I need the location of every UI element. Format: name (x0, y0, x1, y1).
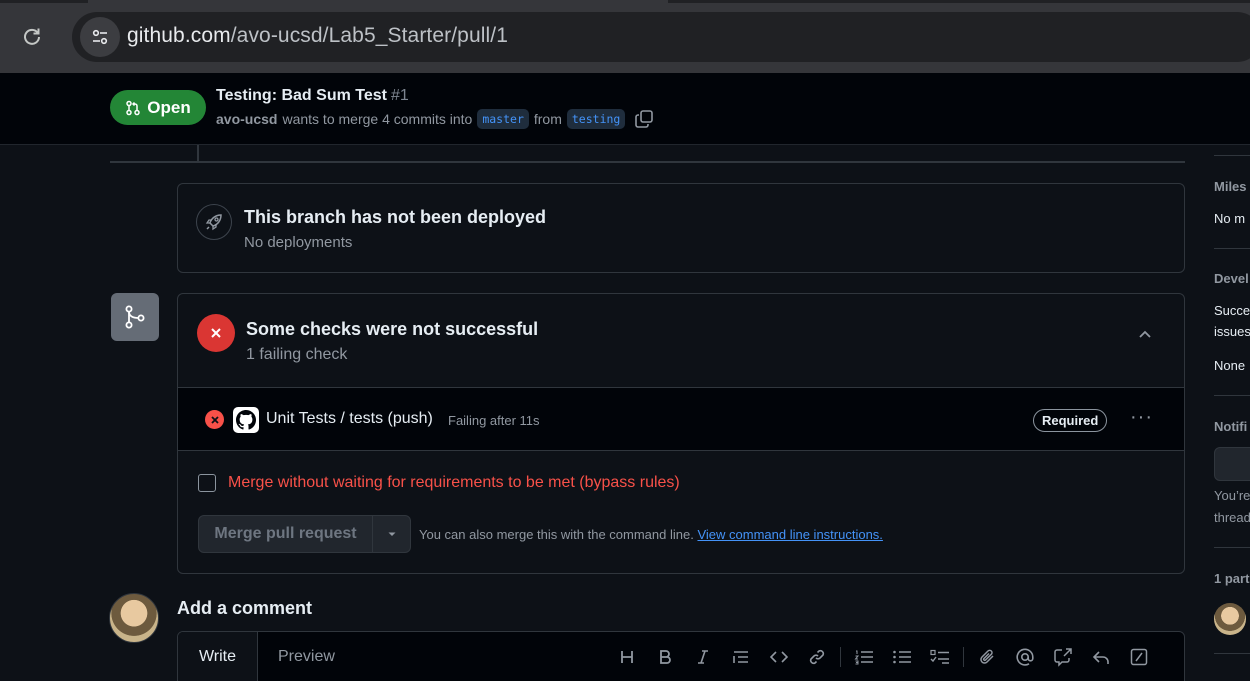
sidebar-notifications-line2: thread (1214, 510, 1250, 525)
sidebar-development-heading[interactable]: Devel (1214, 271, 1249, 286)
command-line-note-text: You can also merge this with the command… (419, 527, 694, 542)
pr-author-link[interactable]: avo-ucsd (216, 111, 277, 127)
check-row[interactable]: Unit Tests / tests (push) Failing after … (178, 387, 1184, 451)
timeline-divider (110, 161, 1185, 163)
timeline-connector (197, 145, 199, 162)
url-path: /avo-ucsd/Lab5_Starter/pull/1 (230, 24, 508, 47)
copy-icon[interactable] (634, 109, 654, 129)
reply-icon[interactable] (1082, 644, 1120, 670)
add-comment-heading: Add a comment (177, 598, 313, 618)
sidebar-divider (1214, 155, 1250, 156)
browser-toolbar: github.com/avo-ucsd/Lab5_Starter/pull/1 (0, 0, 1250, 73)
git-merge-icon (111, 293, 159, 341)
head-branch-chip[interactable]: testing (566, 109, 626, 129)
site-info-icon[interactable] (80, 17, 120, 57)
required-badge: Required (1033, 409, 1108, 432)
active-tab[interactable] (88, 0, 668, 3)
more-options-icon[interactable]: ··· (1130, 406, 1153, 429)
deployment-title: This branch has not been deployed (244, 207, 547, 227)
tab-write[interactable]: Write (178, 632, 258, 681)
pr-merge-summary: avo-ucsd wants to merge 4 commits into m… (216, 109, 654, 129)
url-host: github.com (127, 24, 231, 47)
participant-avatar[interactable] (1214, 603, 1246, 635)
checks-subtitle: 1 failing check (246, 346, 348, 363)
sidebar-notifications-heading: Notifi (1214, 419, 1248, 434)
markdown-toolbar (608, 644, 1158, 670)
sidebar-development-value: None (1214, 358, 1246, 373)
attach-icon[interactable] (968, 644, 1006, 670)
command-line-instructions-link[interactable]: View command line instructions. (697, 527, 882, 542)
bypass-rules-checkbox[interactable] (198, 474, 216, 492)
merge-button-group: Merge pull request (198, 515, 411, 553)
notifications-subscribe-button[interactable] (1214, 447, 1250, 481)
bypass-rules-label[interactable]: Merge without waiting for requirements t… (228, 474, 680, 492)
tab-preview[interactable]: Preview (278, 648, 335, 666)
pr-title-text: Testing: Bad Sum Test (216, 87, 387, 104)
mention-icon[interactable] (1006, 644, 1044, 670)
pr-state-badge: Open (110, 90, 206, 125)
address-bar[interactable]: github.com/avo-ucsd/Lab5_Starter/pull/1 (72, 12, 1250, 62)
sidebar-milestone-value: No m (1214, 211, 1246, 226)
rocket-icon (196, 204, 232, 240)
check-status: Failing after 11s (448, 413, 540, 428)
deployment-status-box: This branch has not been deployed No dep… (177, 183, 1185, 273)
pr-from-text: from (533, 111, 562, 127)
command-line-note: You can also merge this with the command… (419, 527, 883, 542)
unordered-list-icon[interactable] (883, 644, 921, 670)
caret-down-icon (388, 532, 395, 536)
url-text[interactable]: github.com/avo-ucsd/Lab5_Starter/pull/1 (127, 24, 508, 48)
sidebar-notifications-line1: You’re (1214, 488, 1250, 503)
toolbar-divider (840, 647, 841, 667)
chevron-up-icon[interactable] (1136, 326, 1154, 349)
github-logo-icon (233, 407, 259, 433)
bypass-rules-option[interactable]: Merge without waiting for requirements t… (198, 474, 680, 492)
merge-method-dropdown[interactable] (373, 515, 411, 553)
link-icon[interactable] (798, 644, 836, 670)
pull-request-icon (126, 100, 141, 115)
checks-failed-icon (197, 314, 235, 352)
check-failed-icon (205, 410, 224, 429)
sidebar-divider (1214, 547, 1250, 548)
pr-merge-text: wants to merge 4 commits into (282, 111, 473, 127)
merge-checks-box: Some checks were not successful 1 failin… (177, 293, 1185, 574)
sidebar-divider (1214, 395, 1250, 396)
pr-title: Testing: Bad Sum Test #1 (216, 87, 409, 105)
sidebar-divider (1214, 653, 1250, 654)
task-list-icon[interactable] (921, 644, 959, 670)
pr-state-label: Open (147, 97, 191, 117)
reload-icon[interactable] (16, 20, 48, 52)
base-branch-chip[interactable]: master (477, 109, 529, 129)
italic-icon[interactable] (684, 644, 722, 670)
check-name[interactable]: Unit Tests / tests (push) (266, 410, 433, 428)
heading-icon[interactable] (608, 644, 646, 670)
pr-sidebar: Miles No m Devel Succe issues None Notif… (1214, 145, 1250, 681)
sidebar-participants-heading: 1 part (1214, 571, 1250, 586)
comment-editor: Write Preview (177, 631, 1185, 681)
sidebar-development-line1: Succe (1214, 303, 1250, 318)
avatar[interactable] (109, 593, 159, 643)
sidebar-milestone-heading[interactable]: Miles (1214, 179, 1247, 194)
checks-title: Some checks were not successful (246, 319, 539, 339)
pr-number: #1 (390, 87, 409, 104)
quote-icon[interactable] (722, 644, 760, 670)
merge-pull-request-button[interactable]: Merge pull request (198, 515, 373, 553)
reference-icon[interactable] (1044, 644, 1082, 670)
ordered-list-icon[interactable] (845, 644, 883, 670)
sidebar-development-line2: issues (1214, 324, 1250, 339)
browser-tabstrip (0, 0, 1250, 3)
pr-sticky-header: Open Testing: Bad Sum Test #1 avo-ucsd wa… (0, 73, 1250, 145)
bold-icon[interactable] (646, 644, 684, 670)
code-icon[interactable] (760, 644, 798, 670)
deployment-subtitle: No deployments (244, 234, 353, 251)
toolbar-divider (963, 647, 964, 667)
sidebar-divider (1214, 248, 1250, 249)
slash-command-icon[interactable] (1120, 644, 1158, 670)
